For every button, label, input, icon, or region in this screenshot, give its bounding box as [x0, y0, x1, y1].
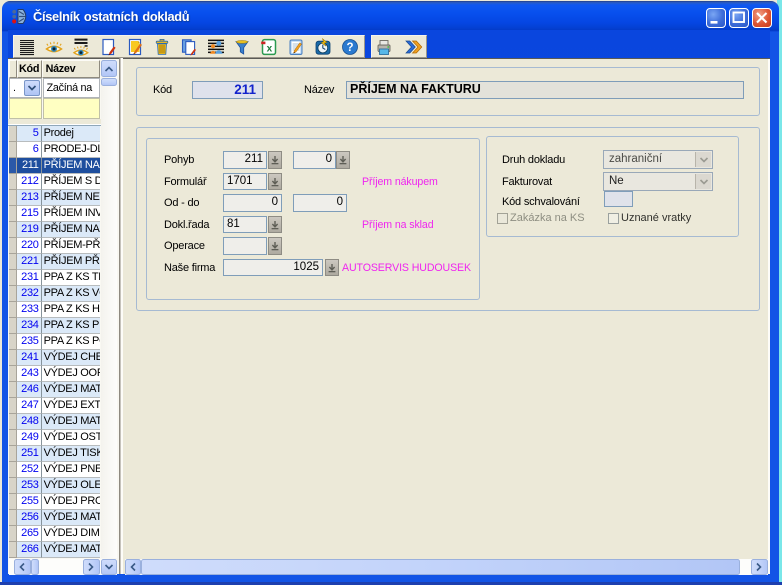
svg-text:x: x [267, 44, 273, 55]
svg-text:?: ? [347, 42, 354, 54]
